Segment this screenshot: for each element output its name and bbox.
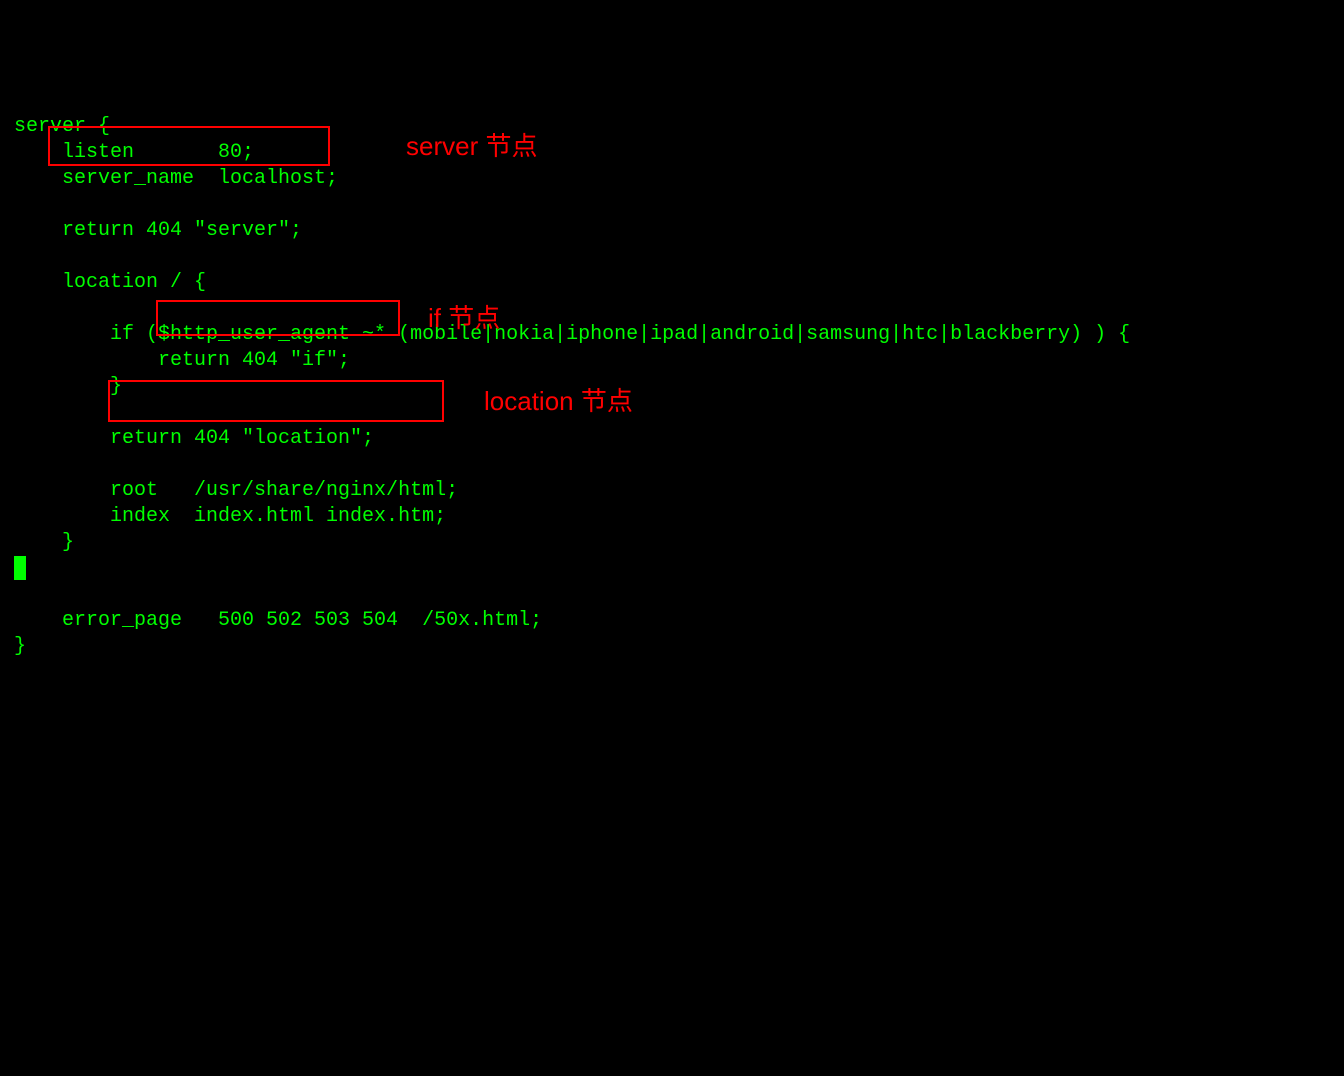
code-line: return 404 "server"; — [14, 219, 302, 242]
code-line: root /usr/share/nginx/html; — [14, 479, 458, 502]
terminal-cursor — [14, 556, 26, 580]
code-line: return 404 "location"; — [14, 427, 374, 450]
annotation-location: location 节点 — [484, 385, 633, 419]
code-line: error_page 500 502 503 504 /50x.html; — [14, 609, 542, 632]
highlight-box-location — [108, 380, 444, 422]
annotation-server: server 节点 — [406, 130, 537, 164]
code-line: location / { — [14, 271, 206, 294]
code-line: return 404 "if"; — [14, 349, 350, 372]
highlight-box-server — [48, 126, 330, 166]
code-line: index index.html index.htm; — [14, 505, 446, 528]
code-line: } — [14, 375, 122, 398]
annotation-if: if 节点 — [428, 302, 500, 336]
code-line: } — [14, 531, 74, 554]
code-line: } — [14, 635, 26, 658]
code-line: server_name localhost; — [14, 167, 338, 190]
highlight-box-if — [156, 300, 400, 336]
